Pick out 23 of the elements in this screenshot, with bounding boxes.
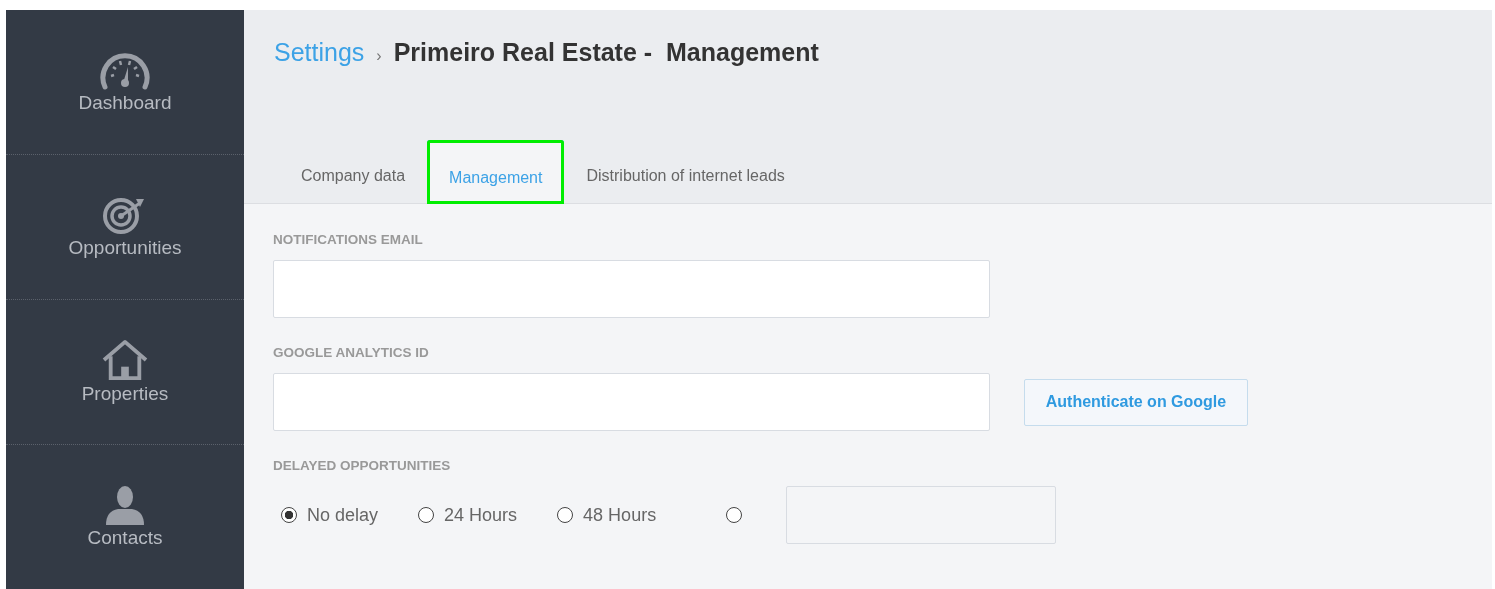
custom-delay-field[interactable] <box>786 486 1057 544</box>
breadcrumb-separator: › <box>376 47 382 65</box>
tab[interactable]: Company data <box>274 140 428 204</box>
radio-button[interactable] <box>557 507 574 523</box>
authenticate-button[interactable]: Authenticate on Google <box>1024 378 1248 426</box>
radio-button[interactable] <box>418 507 435 523</box>
radio-label: 24 Hours <box>444 504 518 526</box>
house-icon <box>100 339 150 381</box>
tab[interactable]: Management <box>427 140 565 204</box>
tab[interactable]: Distribution of internet leads <box>564 140 807 204</box>
radio-label: 48 Hours <box>583 504 657 526</box>
person-icon <box>104 485 146 525</box>
field-label: DELAYED OPPORTUNITIES <box>273 458 452 473</box>
radio-button[interactable] <box>281 507 297 523</box>
field-label: GOOGLE ANALYTICS ID <box>273 345 430 360</box>
gauge-icon <box>99 50 151 90</box>
email-field[interactable] <box>273 260 990 318</box>
page-title: Primeiro Real Estate - Management <box>393 38 819 67</box>
radio-button[interactable] <box>726 507 743 523</box>
radio-label: No delay <box>307 504 379 526</box>
field-label: NOTIFICATIONS EMAIL <box>273 232 424 247</box>
sidebar-item[interactable]: Contacts <box>6 445 244 589</box>
analytics-id-field[interactable] <box>273 373 990 431</box>
